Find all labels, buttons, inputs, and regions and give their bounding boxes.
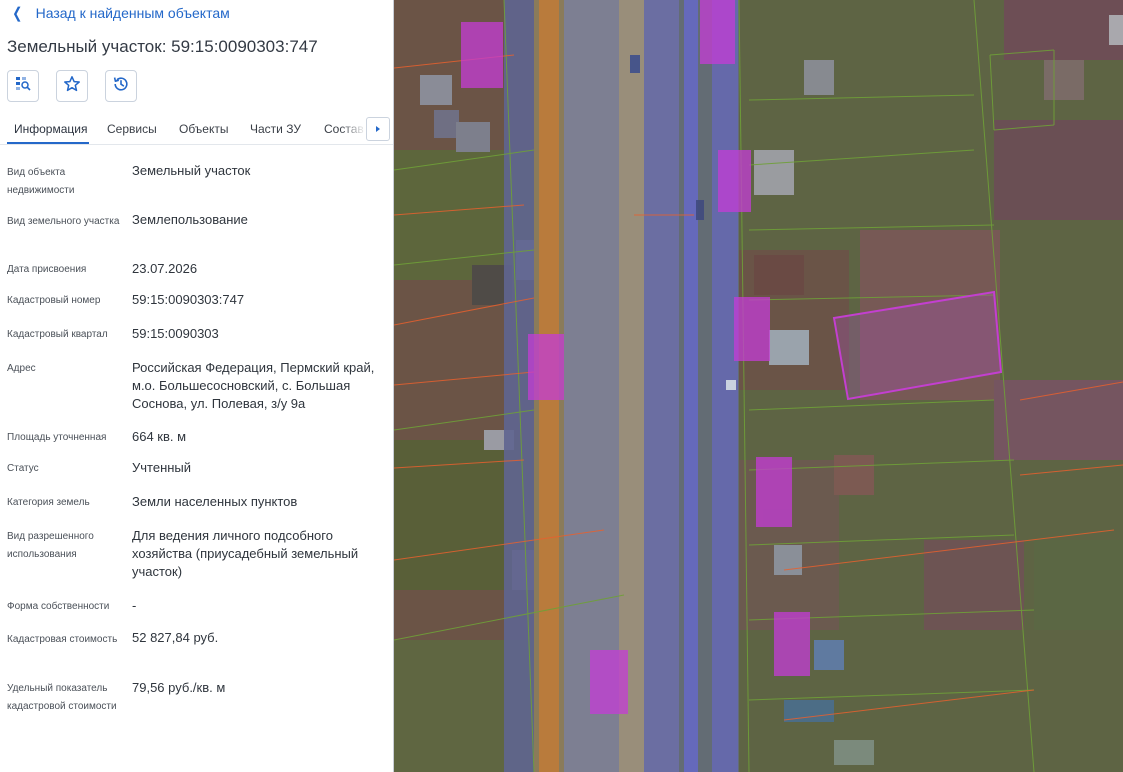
tab-objects[interactable]: Объекты <box>179 122 229 136</box>
field-value: 664 кв. м <box>132 429 187 444</box>
tabs-scroll-right-button[interactable] <box>366 117 390 141</box>
back-link-label: Назад к найденным объектам <box>35 5 230 21</box>
field-value: 79,56 руб./кв. м <box>132 680 226 695</box>
map-view[interactable] <box>394 0 1123 772</box>
field-label: Кадастровая стоимость <box>7 634 118 645</box>
field-label: Вид разрешенного использования <box>7 531 94 560</box>
field-value: Землепользование <box>132 212 248 227</box>
field-label: Удельный показатель кадастровой стоимост… <box>7 683 117 712</box>
history-button[interactable] <box>105 70 137 102</box>
object-info-panel: ❮ Назад к найденным объектам Земельный у… <box>0 0 394 772</box>
tabs-fade <box>340 114 366 144</box>
star-icon <box>63 75 81 98</box>
field-label: Статус <box>7 463 39 474</box>
field-label: Кадастровый номер <box>7 295 101 306</box>
active-tab-indicator <box>7 142 89 144</box>
locate-on-map-icon <box>14 75 32 98</box>
field-value: Земельный участок <box>132 163 251 178</box>
field-value: Земли населенных пунктов <box>132 494 298 509</box>
map-canvas[interactable] <box>394 0 1123 772</box>
field-value: 59:15:0090303 <box>132 326 219 341</box>
tab-information[interactable]: Информация <box>14 122 87 136</box>
action-toolbar <box>7 70 137 102</box>
road-overlay-right <box>644 0 679 772</box>
tab-services[interactable]: Сервисы <box>107 122 157 136</box>
locate-on-map-button[interactable] <box>7 70 39 102</box>
field-label: Адрес <box>7 363 36 374</box>
field-value: - <box>132 598 137 613</box>
field-value: Учтенный <box>132 460 192 475</box>
caret-right-icon <box>374 120 382 138</box>
field-label: Форма собственности <box>7 601 110 612</box>
field-label: Дата присвоения <box>7 264 87 275</box>
history-icon <box>112 75 130 98</box>
field-value: 52 827,84 руб. <box>132 630 219 645</box>
field-label: Вид земельного участка <box>7 216 120 227</box>
field-label: Площадь уточненная <box>7 432 107 443</box>
field-value: Российская Федерация, Пермский край, м.о… <box>132 360 375 411</box>
field-value: 59:15:0090303:747 <box>132 292 245 307</box>
field-label: Кадастровый квартал <box>7 329 108 340</box>
field-label: Вид объекта недвижимости <box>7 167 75 196</box>
chevron-left-icon: ❮ <box>12 4 23 22</box>
add-favorite-button[interactable] <box>56 70 88 102</box>
field-label: Категория земель <box>7 497 90 508</box>
back-to-results-link[interactable]: ❮ Назад к найденным объектам <box>11 4 230 22</box>
field-value: 23.07.2026 <box>132 261 198 276</box>
page-title: Земельный участок: 59:15:0090303:747 <box>7 37 318 56</box>
field-value: Для ведения личного подсобного хозяйства… <box>132 528 359 579</box>
info-tabs: Информация Сервисы Объекты Части ЗУ Сост… <box>0 114 393 145</box>
tab-parcel-parts[interactable]: Части ЗУ <box>250 122 301 136</box>
